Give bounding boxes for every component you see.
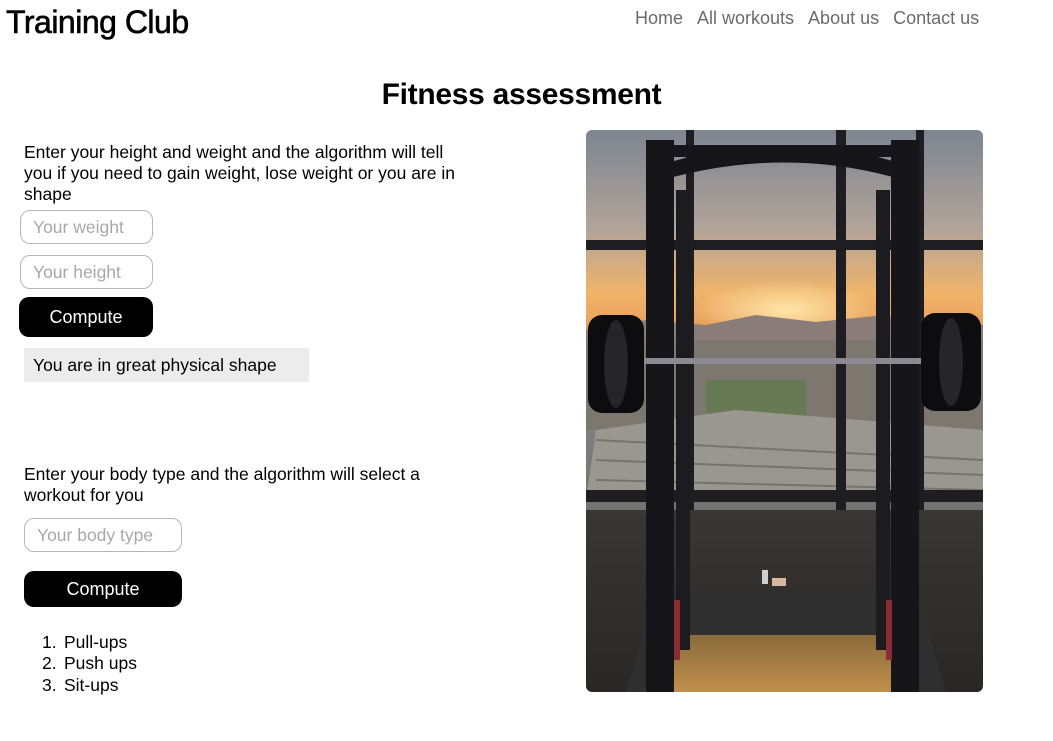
list-item: 3. Sit-ups [42, 674, 119, 695]
workout-list: 1. Pull-ups 2. Push ups 3. Sit-ups [42, 632, 137, 696]
gym-photo [586, 130, 983, 692]
list-item: 2. Push ups [42, 653, 137, 674]
site-logo[interactable]: Training Club [6, 4, 190, 41]
assessment-result: You are in great physical shape [24, 348, 309, 382]
page-title: Fitness assessment [381, 78, 662, 111]
squat-rack-image [586, 130, 983, 692]
nav-all-workouts[interactable]: All workouts [697, 8, 794, 29]
nav-contact-us[interactable]: Contact us [893, 8, 979, 29]
main-nav: Home All workouts About us Contact us [635, 8, 979, 29]
height-input[interactable] [20, 255, 153, 289]
body-type-input[interactable] [24, 518, 182, 552]
page: Training Club Home All workouts About us… [0, 0, 1053, 741]
compute-shape-button[interactable]: Compute [19, 297, 153, 337]
compute-workout-button[interactable]: Compute [24, 571, 182, 607]
workout-description: Enter your body type and the algorithm w… [24, 464, 420, 505]
weight-input[interactable] [20, 210, 153, 244]
list-item: 1. Pull-ups [42, 632, 128, 652]
assessment-description: Enter your height and weight and the alg… [24, 142, 455, 204]
nav-about-us[interactable]: About us [808, 8, 879, 29]
nav-home[interactable]: Home [635, 8, 683, 29]
